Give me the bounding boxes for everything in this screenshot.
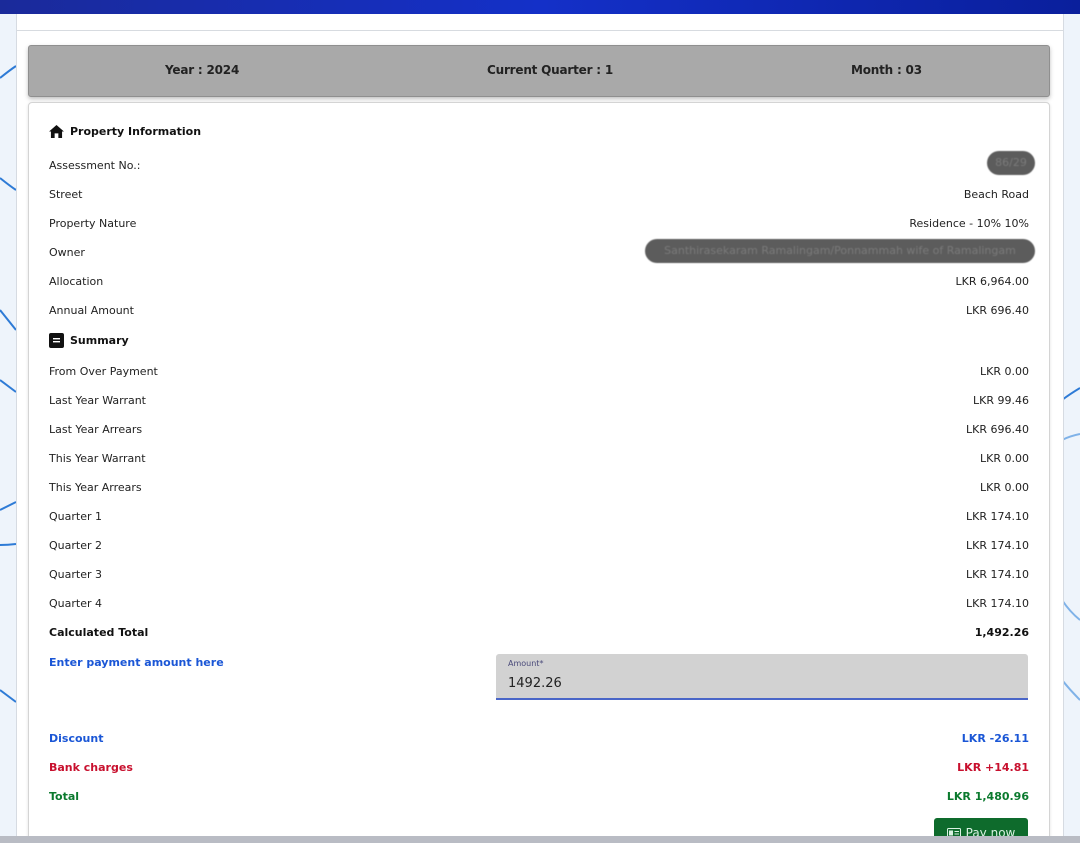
divider	[17, 30, 1063, 31]
amount-input[interactable]	[508, 673, 1008, 693]
summary-row-label: Quarter 3	[49, 568, 102, 581]
bank-charges-value: LKR +14.81	[957, 761, 1029, 774]
property-information-heading: Property Information	[49, 125, 201, 138]
bank-charges-label: Bank charges	[49, 761, 133, 774]
summary-row-value: LKR 174.10	[966, 510, 1029, 523]
bottom-strip	[0, 836, 1080, 843]
home-icon	[49, 125, 64, 138]
summary-row-label: This Year Arrears	[49, 481, 142, 494]
summary-row-value: LKR 0.00	[980, 452, 1029, 465]
page-container: Year : 2024 Current Quarter : 1 Month : …	[16, 14, 1064, 843]
summary-heading: Summary	[49, 333, 129, 348]
street-label: Street	[49, 188, 83, 201]
summary-row-value: LKR 696.40	[966, 423, 1029, 436]
discount-label: Discount	[49, 732, 104, 745]
summary-row-value: LKR 99.46	[973, 394, 1029, 407]
summary-row-label: Quarter 4	[49, 597, 102, 610]
month-label: Month : 03	[851, 63, 922, 77]
amount-field[interactable]: Amount*	[496, 654, 1028, 700]
calculated-total-value: 1,492.26	[974, 626, 1029, 639]
property-information-title: Property Information	[70, 125, 202, 138]
summary-row-value: LKR 174.10	[966, 597, 1029, 610]
discount-value: LKR -26.11	[961, 732, 1029, 745]
property-nature-value: Residence - 10% 10%	[909, 217, 1029, 230]
year-label: Year : 2024	[165, 63, 240, 77]
calculated-total-label: Calculated Total	[49, 626, 149, 639]
period-bar: Year : 2024 Current Quarter : 1 Month : …	[28, 45, 1050, 97]
summary-row-value: LKR 174.10	[966, 568, 1029, 581]
summary-row-value: LKR 0.00	[980, 481, 1029, 494]
assessment-no-label: Assessment No.:	[49, 159, 141, 172]
owner-label: Owner	[49, 246, 85, 259]
assessment-no-value: 86/29	[987, 151, 1035, 175]
summary-icon	[49, 333, 64, 348]
summary-row-label: Quarter 2	[49, 539, 102, 552]
annual-amount-label: Annual Amount	[49, 304, 134, 317]
summary-row-label: Last Year Arrears	[49, 423, 143, 436]
summary-title: Summary	[70, 334, 129, 347]
summary-row-label: From Over Payment	[49, 365, 158, 378]
details-card: Property Information Assessment No.: 86/…	[28, 102, 1050, 843]
allocation-label: Allocation	[49, 275, 104, 288]
current-quarter-label: Current Quarter : 1	[487, 63, 614, 77]
summary-row-value: LKR 0.00	[980, 365, 1029, 378]
amount-field-label: Amount*	[508, 659, 544, 668]
allocation-value: LKR 6,964.00	[955, 275, 1029, 288]
street-value: Beach Road	[963, 188, 1029, 201]
annual-amount-value: LKR 696.40	[966, 304, 1029, 317]
property-nature-label: Property Nature	[49, 217, 137, 230]
summary-row-label: Quarter 1	[49, 510, 102, 523]
summary-row-label: Last Year Warrant	[49, 394, 146, 407]
total-label: Total	[49, 790, 80, 803]
owner-value: Santhirasekaram Ramalingam/Ponnammah wif…	[645, 239, 1035, 263]
summary-row-value: LKR 174.10	[966, 539, 1029, 552]
total-value: LKR 1,480.96	[946, 790, 1029, 803]
payment-prompt: Enter payment amount here	[49, 656, 224, 669]
summary-row-label: This Year Warrant	[49, 452, 146, 465]
